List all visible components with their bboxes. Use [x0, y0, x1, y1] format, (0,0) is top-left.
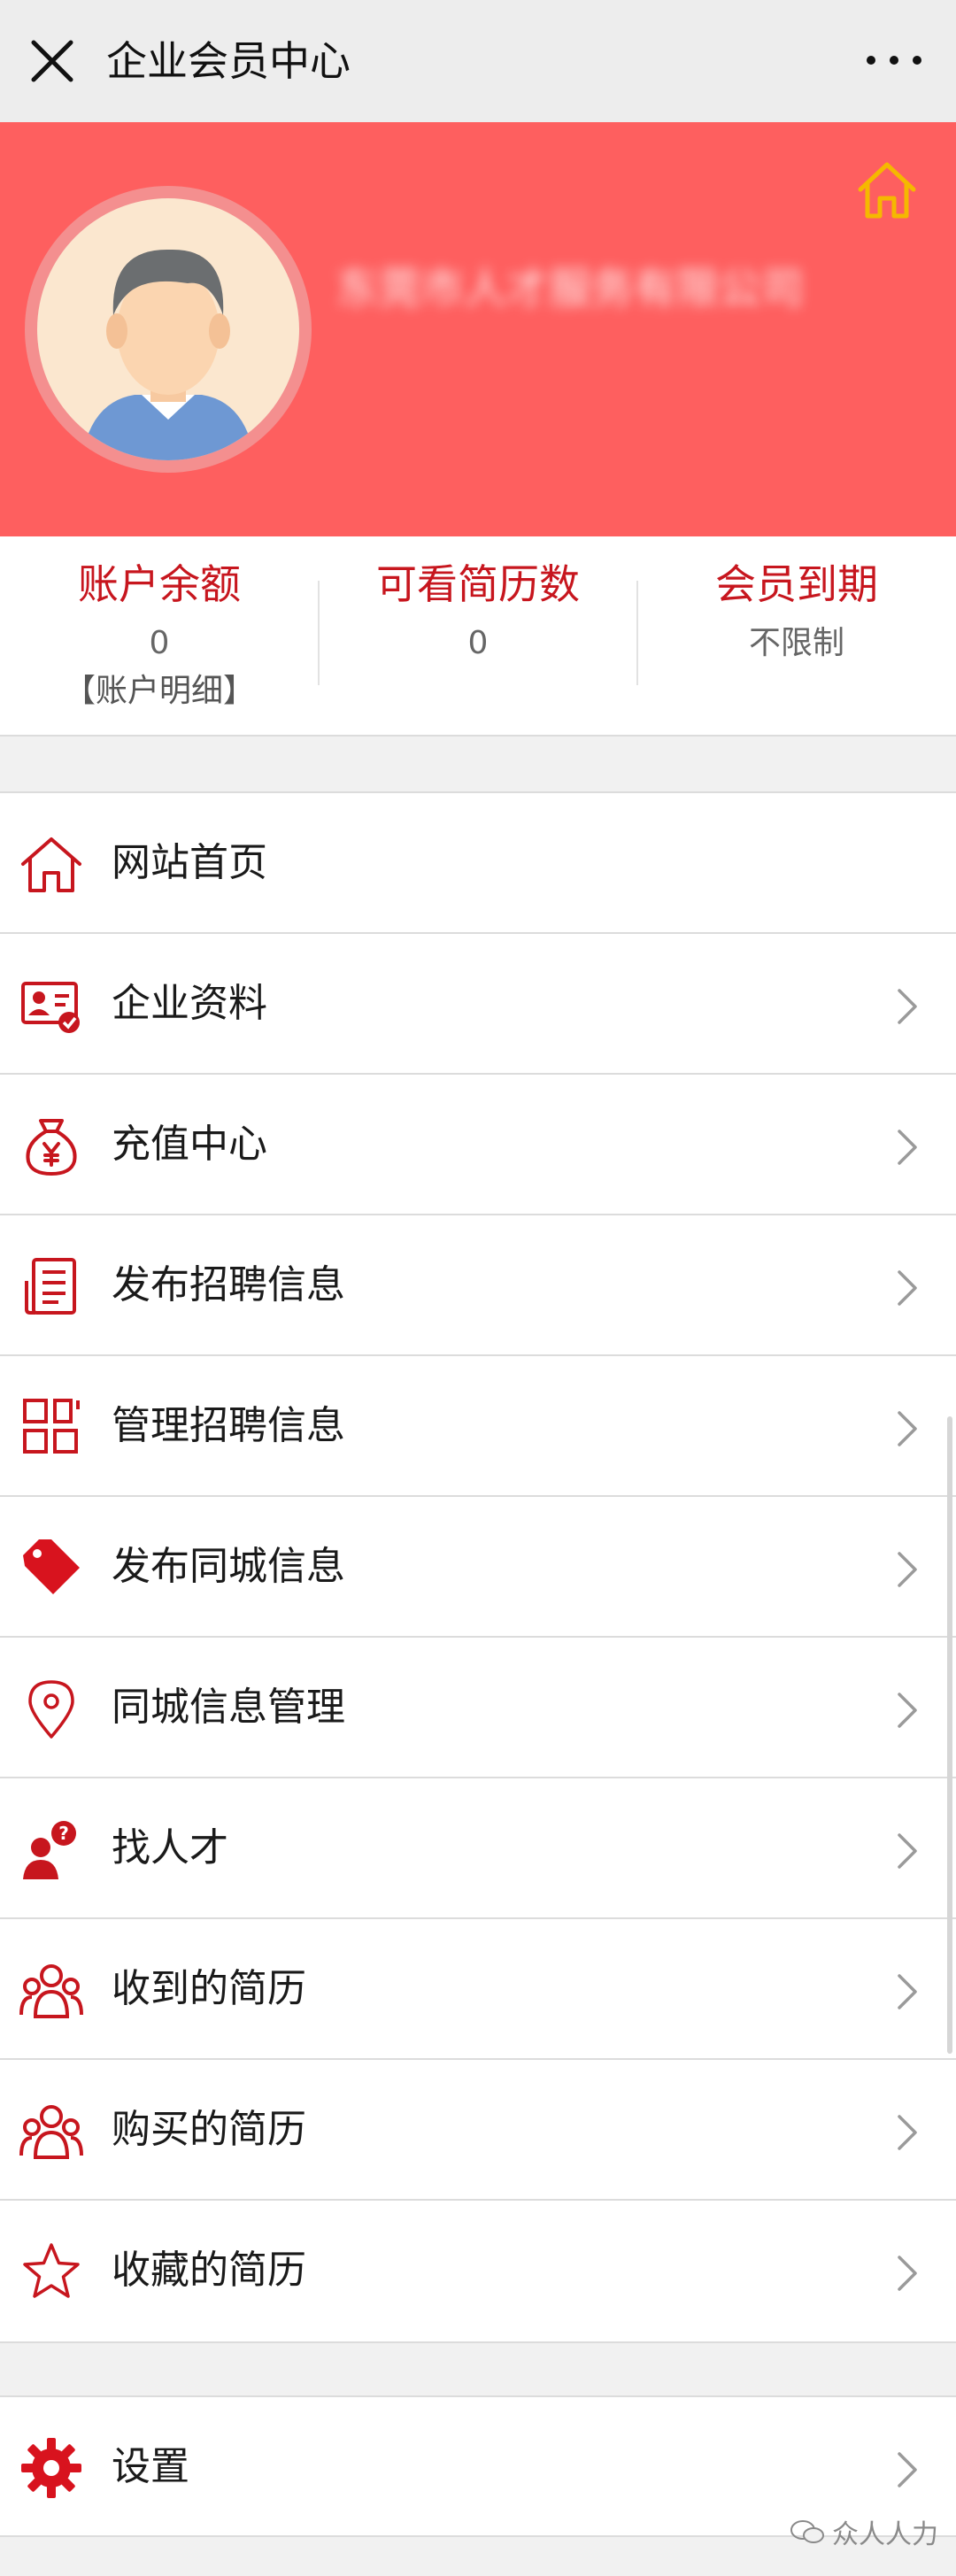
avatar-image [37, 198, 299, 460]
chevron-right-icon [898, 989, 917, 1024]
top-bar: 企业会员中心 [0, 0, 956, 122]
chevron-right-icon [898, 2115, 917, 2150]
location-pin-icon [28, 1680, 74, 1739]
stat-resume-count: 可看简历数 0 [319, 536, 637, 737]
stat-value: 0 [149, 625, 170, 661]
stat-label: 账户余额 [78, 560, 241, 608]
chevron-right-icon [898, 1552, 917, 1587]
tag-icon [23, 1539, 80, 1594]
stat-label: 会员到期 [715, 560, 878, 608]
wechat-icon [790, 2520, 824, 2543]
scrollbar[interactable] [947, 1416, 952, 2054]
group-icon [19, 2105, 83, 2159]
chevron-right-icon [898, 1411, 917, 1446]
menu-label: 找人才 [112, 1825, 228, 1870]
chevron-right-icon [898, 2256, 917, 2291]
menu-item-home[interactable]: 网站首页 [0, 793, 956, 934]
menu-item-company-profile[interactable]: 企业资料 [0, 934, 956, 1075]
chevron-right-icon [898, 1270, 917, 1306]
menu-item-received-resumes[interactable]: 收到的简历 [0, 1919, 956, 2060]
menu-label: 企业资料 [112, 981, 267, 1026]
home-icon[interactable] [853, 156, 921, 223]
menu-label: 发布招聘信息 [112, 1262, 345, 1307]
stat-value: 0 [467, 625, 489, 661]
menu-label: 同城信息管理 [112, 1685, 345, 1730]
chevron-right-icon [898, 1130, 917, 1165]
account-detail-link[interactable]: 【账户明细】 [0, 669, 319, 713]
more-icon[interactable] [859, 35, 929, 85]
svg-text:?: ? [58, 1823, 69, 1844]
menu-label: 设置 [112, 2444, 189, 2489]
group-icon [19, 1964, 83, 2018]
menu-item-local-manage[interactable]: 同城信息管理 [0, 1638, 956, 1778]
profile-header: 东莞市人才服务有限公司 [0, 122, 956, 536]
stat-label: 可看简历数 [376, 560, 580, 608]
find-talent-icon: ? [23, 1821, 76, 1879]
menu-item-recharge[interactable]: 充值中心 [0, 1075, 956, 1215]
menu-item-find-talent[interactable]: ? 找人才 [0, 1778, 956, 1919]
stat-value: 不限制 [748, 625, 844, 661]
home-outline-icon [21, 837, 81, 892]
menu-list: 网站首页 企业资料 充值中心 发布招聘信息 管理招聘信息 发布同城信息 同城信息… [0, 791, 956, 2343]
watermark: 众人人力 [790, 2512, 938, 2551]
menu-label: 发布同城信息 [112, 1544, 345, 1589]
document-icon [25, 1258, 76, 1315]
menu-label: 收到的简历 [112, 1966, 306, 2011]
menu-label: 充值中心 [112, 1122, 267, 1167]
id-card-icon [21, 982, 80, 1033]
gear-icon [21, 2438, 81, 2498]
chevron-right-icon [898, 1974, 917, 2009]
username: 东莞市人才服务有限公司 [336, 264, 805, 313]
menu-item-manage-jobs[interactable]: 管理招聘信息 [0, 1356, 956, 1497]
chevron-right-icon [898, 2452, 917, 2487]
grid-icon [23, 1399, 80, 1454]
watermark-text: 众人人力 [832, 2519, 938, 2550]
stat-membership-expiry: 会员到期 不限制 [637, 536, 956, 737]
menu-item-post-local[interactable]: 发布同城信息 [0, 1497, 956, 1638]
avatar[interactable] [25, 186, 312, 473]
chevron-right-icon [898, 1833, 917, 1869]
chevron-right-icon [898, 1693, 917, 1728]
stats-panel: 账户余额 0 【账户明细】 可看简历数 0 会员到期 不限制 [0, 536, 956, 737]
menu-label: 购买的简历 [112, 2107, 306, 2152]
menu-item-purchased-resumes[interactable]: 购买的简历 [0, 2060, 956, 2201]
star-icon [23, 2243, 80, 2298]
menu-label: 网站首页 [112, 840, 267, 885]
menu-item-saved-resumes[interactable]: 收藏的简历 [0, 2201, 956, 2341]
menu-label: 管理招聘信息 [112, 1403, 345, 1448]
menu-item-post-job[interactable]: 发布招聘信息 [0, 1215, 956, 1356]
stat-balance: 账户余额 0 【账户明细】 [0, 536, 319, 737]
page-title: 企业会员中心 [106, 37, 351, 85]
close-icon[interactable] [25, 34, 80, 89]
menu-label: 收藏的简历 [112, 2248, 306, 2293]
money-bag-icon [26, 1119, 77, 1176]
